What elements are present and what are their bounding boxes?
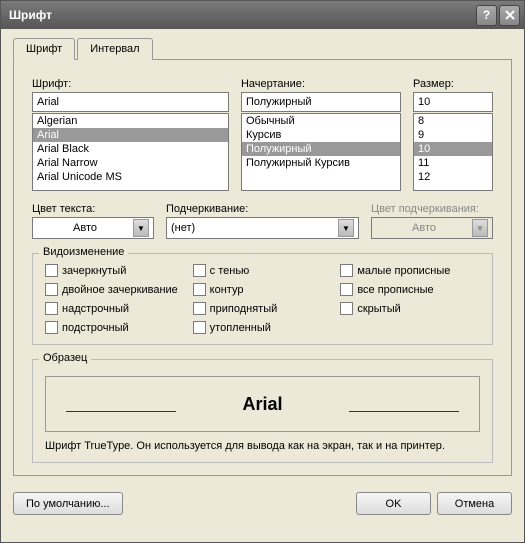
- check-super[interactable]: надстрочный: [45, 302, 185, 315]
- sample-line: [349, 411, 459, 412]
- button-row: По умолчанию... OK Отмена: [1, 484, 524, 525]
- ulcolor-combo: Авто ▼: [371, 217, 493, 239]
- chevron-down-icon: ▼: [338, 219, 354, 237]
- check-outline[interactable]: контур: [193, 283, 333, 296]
- checkbox-icon: [193, 321, 206, 334]
- ok-button[interactable]: OK: [356, 492, 431, 515]
- list-item[interactable]: 11: [414, 156, 492, 170]
- style-listbox[interactable]: Обычный Курсив Полужирный Полужирный Кур…: [241, 113, 401, 191]
- tab-strip: Шрифт Интервал: [13, 38, 512, 60]
- check-dstrike[interactable]: двойное зачеркивание: [45, 283, 185, 296]
- check-allcaps[interactable]: все прописные: [340, 283, 480, 296]
- font-input[interactable]: [32, 92, 229, 112]
- check-shadow[interactable]: с тенью: [193, 264, 333, 277]
- size-input[interactable]: [413, 92, 493, 112]
- checkbox-icon: [340, 302, 353, 315]
- checkbox-icon: [193, 264, 206, 277]
- style-label: Начертание:: [241, 78, 401, 90]
- list-item[interactable]: 9: [414, 128, 492, 142]
- checkbox-icon: [45, 264, 58, 277]
- sample-text: Arial: [242, 394, 282, 415]
- list-item[interactable]: Курсив: [242, 128, 400, 142]
- list-item[interactable]: Arial Narrow: [33, 156, 228, 170]
- effects-group: Видоизменение зачеркнутый с тенью малые …: [32, 253, 493, 345]
- check-hidden[interactable]: скрытый: [340, 302, 480, 315]
- help-button[interactable]: ?: [476, 5, 497, 26]
- checkbox-icon: [45, 321, 58, 334]
- list-item[interactable]: Algerian: [33, 114, 228, 128]
- list-item[interactable]: 12: [414, 170, 492, 184]
- close-button[interactable]: [499, 5, 520, 26]
- tab-font[interactable]: Шрифт: [13, 38, 75, 60]
- checkbox-icon: [45, 302, 58, 315]
- list-item[interactable]: Arial Unicode MS: [33, 170, 228, 184]
- dialog-title: Шрифт: [9, 8, 474, 22]
- titlebar: Шрифт ?: [1, 1, 524, 29]
- checkbox-icon: [45, 283, 58, 296]
- textcolor-combo[interactable]: Авто ▼: [32, 217, 154, 239]
- tab-interval[interactable]: Интервал: [77, 38, 152, 60]
- underline-combo[interactable]: (нет) ▼: [166, 217, 359, 239]
- effects-legend: Видоизменение: [39, 246, 128, 258]
- list-item[interactable]: Полужирный Курсив: [242, 156, 400, 170]
- check-emboss[interactable]: приподнятый: [193, 302, 333, 315]
- default-button[interactable]: По умолчанию...: [13, 492, 123, 515]
- tab-panel: Шрифт: Algerian Arial Arial Black Arial …: [13, 59, 512, 476]
- check-smallcaps[interactable]: малые прописные: [340, 264, 480, 277]
- sample-group: Образец Arial Шрифт TrueType. Он использ…: [32, 359, 493, 463]
- checkbox-icon: [193, 283, 206, 296]
- checkbox-icon: [340, 264, 353, 277]
- size-label: Размер:: [413, 78, 493, 90]
- font-label: Шрифт:: [32, 78, 229, 90]
- list-item[interactable]: Полужирный: [242, 142, 400, 156]
- textcolor-label: Цвет текста:: [32, 203, 154, 215]
- cancel-button[interactable]: Отмена: [437, 492, 512, 515]
- list-item[interactable]: Arial Black: [33, 142, 228, 156]
- font-dialog: Шрифт ? Шрифт Интервал Шрифт: Algerian: [0, 0, 525, 543]
- font-listbox[interactable]: Algerian Arial Arial Black Arial Narrow …: [32, 113, 229, 191]
- list-item[interactable]: Обычный: [242, 114, 400, 128]
- ulcolor-label: Цвет подчеркивания:: [371, 203, 493, 215]
- chevron-down-icon: ▼: [133, 219, 149, 237]
- check-engrave[interactable]: утопленный: [193, 321, 333, 334]
- checkbox-icon: [340, 283, 353, 296]
- font-note: Шрифт TrueType. Он используется для выво…: [45, 440, 480, 452]
- check-sub[interactable]: подстрочный: [45, 321, 185, 334]
- underline-label: Подчеркивание:: [166, 203, 359, 215]
- style-input[interactable]: [241, 92, 401, 112]
- chevron-down-icon: ▼: [472, 219, 488, 237]
- size-listbox[interactable]: 8 9 10 11 12: [413, 113, 493, 191]
- sample-legend: Образец: [39, 352, 91, 364]
- list-item[interactable]: 8: [414, 114, 492, 128]
- sample-line: [66, 411, 176, 412]
- list-item[interactable]: 10: [414, 142, 492, 156]
- check-strike[interactable]: зачеркнутый: [45, 264, 185, 277]
- list-item[interactable]: Arial: [33, 128, 228, 142]
- checkbox-icon: [193, 302, 206, 315]
- sample-box: Arial: [45, 376, 480, 432]
